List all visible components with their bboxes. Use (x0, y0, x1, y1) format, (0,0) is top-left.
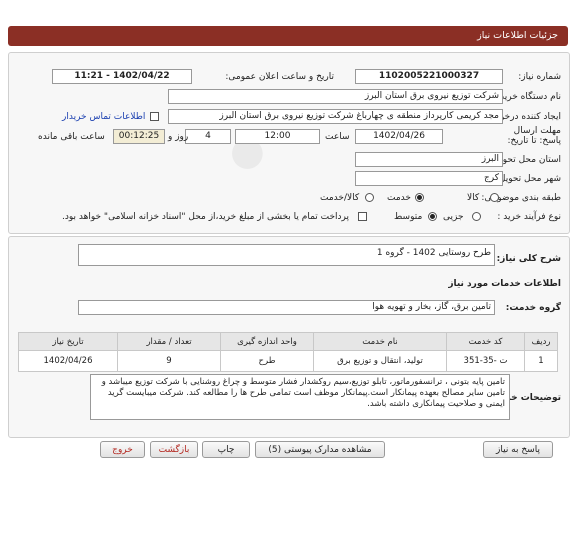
table-header-row: ردیف کد خدمت نام خدمت واحد اندازه گیری ت… (18, 332, 558, 351)
remaining-time-field: 00:12:25 (113, 129, 165, 144)
cell-unit: طرح (220, 350, 314, 372)
category-service-label: خدمت (387, 193, 411, 203)
cell-date: 1402/04/26 (18, 350, 118, 372)
process-partial-label: جزیی (443, 212, 464, 222)
col-code-header: کد خدمت (446, 332, 525, 351)
buyer-contact-link[interactable]: اطلاعات تماس خریدار (62, 112, 145, 122)
process-label: نوع فرآیند خرید : (497, 212, 561, 222)
page-title-bar: جزئیات اطلاعات نیاز (8, 26, 568, 46)
time-label: ساعت (325, 132, 350, 142)
contact-toggle-checkbox[interactable] (150, 112, 159, 121)
service-group-field: تامین برق، گاز، بخار و تهویه هوا (78, 300, 495, 315)
cell-name: تولید، انتقال و توزیع برق (313, 350, 447, 372)
process-partial-radio[interactable] (472, 212, 481, 221)
view-attachments-button[interactable]: مشاهده مدارک پیوستی (5) (255, 441, 385, 458)
table-row: 1 ت -35-351 تولید، انتقال و توزیع برق طر… (18, 350, 558, 372)
process-medium-label: متوسط (394, 212, 423, 222)
cell-code: ت -35-351 (446, 350, 525, 372)
treasury-payment-checkbox[interactable] (358, 212, 367, 221)
category-goods-radio[interactable] (490, 193, 499, 202)
print-button[interactable]: چاپ (202, 441, 250, 458)
announce-label: تاریخ و ساعت اعلان عمومی: (225, 72, 334, 82)
category-goods-label: کالا (467, 193, 480, 203)
reply-button[interactable]: پاسخ به نیاز (483, 441, 553, 458)
category-service-radio[interactable] (415, 193, 424, 202)
creator-field: مجد کریمی کارپرداز منطقه ی چهارباغ شرکت … (168, 109, 503, 124)
remaining-label: ساعت باقی مانده (38, 132, 105, 142)
col-row-header: ردیف (524, 332, 558, 351)
service-group-label: گروه خدمت: (505, 303, 561, 313)
col-unit-header: واحد اندازه گیری (220, 332, 314, 351)
col-qty-header: تعداد / مقدار (117, 332, 221, 351)
city-field: کرج (355, 171, 503, 186)
days-field: 4 (185, 129, 231, 144)
exit-button[interactable]: خروج (100, 441, 145, 458)
services-table: ردیف کد خدمت نام خدمت واحد اندازه گیری ت… (18, 332, 558, 372)
page-title: جزئیات اطلاعات نیاز (477, 30, 558, 41)
col-date-header: تاریخ نیاز (18, 332, 118, 351)
buyer-org-field: شرکت توزیع نیروی برق استان البرز (168, 89, 503, 104)
need-number-field: 1102005221000327 (355, 69, 503, 84)
need-number-label: شماره نیاز: (518, 72, 561, 82)
deadline-date-field: 1402/04/26 (355, 129, 443, 144)
process-medium-radio[interactable] (428, 212, 437, 221)
col-name-header: نام خدمت (313, 332, 447, 351)
city-label: شهر محل تحویل: (495, 174, 561, 184)
days-label: روز و (168, 132, 189, 142)
deadline-time-field: 12:00 (235, 129, 320, 144)
cell-qty: 9 (117, 350, 221, 372)
services-heading: اطلاعات خدمات مورد نیاز (448, 279, 561, 289)
deadline-label: مهلت ارسال پاسخ: تا تاریخ: (507, 126, 561, 146)
buyer-notes-field: تامین پایه بتونی ، ترانسفورماتور، تابلو … (90, 374, 510, 420)
treasury-payment-label: پرداخت تمام یا بخشی از مبلغ خرید،از محل … (62, 212, 350, 222)
province-field: البرز (355, 152, 503, 167)
category-goods-service-label: کالا/خدمت (320, 193, 360, 203)
category-goods-service-radio[interactable] (365, 193, 374, 202)
summary-field: طرح روستایی 1402 - گروه 1 (78, 244, 495, 266)
cell-row: 1 (524, 350, 558, 372)
announce-datetime-field: 1402/04/22 - 11:21 (52, 69, 192, 84)
back-button[interactable]: بازگشت (150, 441, 198, 458)
summary-label: شرح کلی نیاز: (496, 254, 561, 264)
